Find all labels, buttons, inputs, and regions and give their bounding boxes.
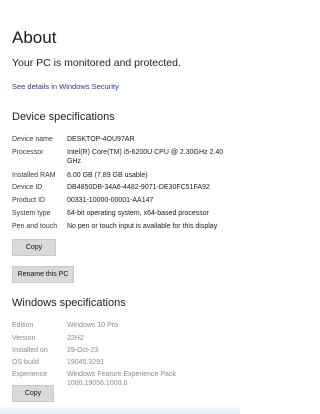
copy-windows-specs-button[interactable]: Copy bbox=[12, 385, 54, 402]
page-title: About bbox=[12, 28, 57, 47]
windows-specifications-heading: Windows specifications bbox=[12, 297, 126, 309]
spec-label: Device name bbox=[12, 136, 53, 143]
device-specifications-heading: Device specifications bbox=[12, 111, 115, 123]
spec-label: Version bbox=[12, 335, 36, 342]
spec-value: 29-Oct-23 bbox=[67, 347, 99, 354]
spec-value: Intel(R) Core(TM) i5-6200U CPU @ 2.30GHz… bbox=[67, 149, 224, 165]
about-page: About Your PC is monitored and protected… bbox=[0, 0, 240, 414]
spec-value: DESKTOP-4OU97AR bbox=[67, 136, 135, 143]
spec-label: System type bbox=[12, 210, 51, 217]
spec-label: OS build bbox=[12, 359, 39, 366]
windows-security-link[interactable]: See details in Windows Security bbox=[12, 82, 119, 91]
spec-label: Pen and touch bbox=[12, 223, 58, 230]
spec-value: DB4850DB-34A6-4482-9071-DE30FC51FA92 bbox=[67, 184, 210, 191]
spec-value: 8.00 GB (7.89 GB usable) bbox=[67, 172, 148, 179]
spec-value: 19045.3291 bbox=[67, 359, 104, 366]
spec-value: No pen or touch input is available for t… bbox=[67, 223, 218, 230]
spec-value: Windows 10 Pro bbox=[67, 322, 118, 329]
spec-label: Installed on bbox=[12, 347, 48, 354]
rename-pc-button[interactable]: Rename this PC bbox=[12, 266, 74, 283]
spec-label: Product ID bbox=[12, 197, 46, 204]
spec-value: 22H2 bbox=[67, 335, 84, 342]
spec-label: Installed RAM bbox=[12, 172, 56, 179]
bottom-edge bbox=[0, 404, 240, 414]
spec-value: 00331-10000-00001-AA147 bbox=[67, 197, 154, 204]
spec-value: 64-bit operating system, x64-based proce… bbox=[67, 210, 210, 217]
spec-label: Device ID bbox=[12, 184, 43, 191]
spec-value: Windows Feature Experience Pack 1000.190… bbox=[67, 371, 176, 387]
spec-label: Processor bbox=[12, 149, 44, 156]
spec-label: Edition bbox=[12, 322, 34, 329]
spec-label: Experience bbox=[12, 371, 48, 378]
copy-device-specs-button[interactable]: Copy bbox=[12, 239, 56, 256]
protection-status: Your PC is monitored and protected. bbox=[12, 57, 181, 69]
